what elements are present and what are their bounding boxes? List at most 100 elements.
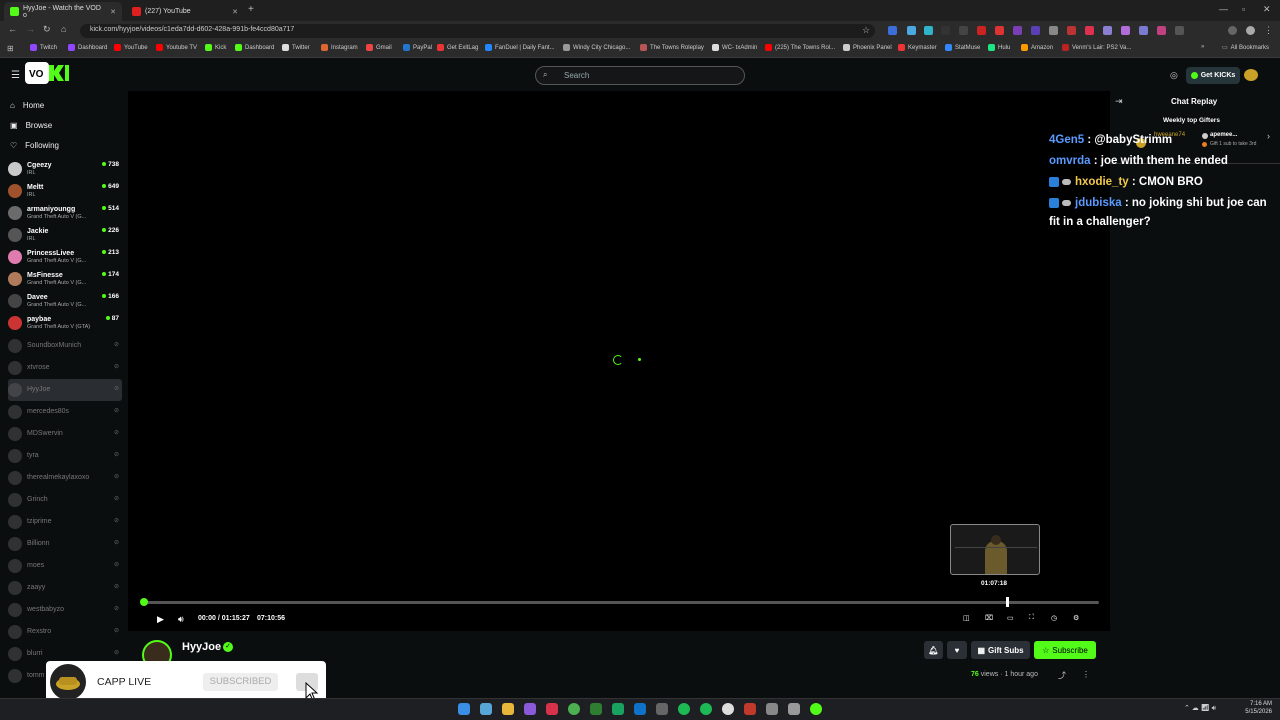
fullscreen-icon[interactable]: ⛶: [1029, 614, 1034, 622]
bookmark-item[interactable]: Amazon: [1021, 44, 1053, 51]
taskbar-app-icon[interactable]: [524, 703, 536, 715]
taskbar-app-icon[interactable]: [722, 703, 734, 715]
home-browser-icon[interactable]: ⌂: [61, 24, 66, 34]
search-input[interactable]: ⌕ Search: [535, 66, 745, 85]
bookmark-item[interactable]: Venm's Lair: PS2 Va...: [1062, 44, 1131, 51]
chat-username[interactable]: 4Gen5: [1049, 134, 1084, 146]
extension-icon[interactable]: [1085, 26, 1094, 35]
bookmark-item[interactable]: Phoenix Panel: [843, 44, 892, 51]
browser-tab-kick[interactable]: HyyJoe - Watch the VOD o ✕: [4, 2, 122, 21]
back-icon[interactable]: ←: [8, 24, 17, 34]
browser-tab-youtube[interactable]: (227) YouTube ✕: [126, 2, 244, 21]
taskbar-clock[interactable]: 7:16 AM 5/15/2026: [1240, 700, 1272, 716]
kick-logo[interactable]: VO: [25, 62, 79, 84]
extensions-puzzle-icon[interactable]: [1175, 26, 1184, 35]
sidebar-channel-live[interactable]: paybae Grand Theft Auto V (GTA) 87: [8, 312, 122, 334]
reload-icon[interactable]: ↻: [43, 24, 51, 35]
gift-subs-button[interactable]: ▦ Gift Subs: [971, 641, 1030, 659]
chat-username[interactable]: omvrda: [1049, 155, 1091, 167]
sidebar-channel-offline[interactable]: westbabyzo ⊘: [8, 599, 122, 621]
taskbar-app-icon[interactable]: [590, 703, 602, 715]
sidebar-channel-offline[interactable]: MDSwervin ⊘: [8, 423, 122, 445]
sidebar-channel-offline[interactable]: zaayy ⊘: [8, 577, 122, 599]
nav-browse[interactable]: ▣ Browse: [10, 121, 52, 130]
taskbar-app-icon[interactable]: [766, 703, 778, 715]
bookmark-star-icon[interactable]: ☆: [862, 25, 870, 36]
extension-icon[interactable]: [995, 26, 1004, 35]
bookmark-item[interactable]: Get ExitLag: [437, 44, 478, 51]
bookmark-item[interactable]: FanDuel | Daily Fant...: [485, 44, 555, 51]
notification-bell-icon[interactable]: 🔔︎: [924, 641, 943, 659]
tab-close-icon[interactable]: ✕: [110, 8, 116, 16]
extension-icon[interactable]: [1013, 26, 1022, 35]
taskbar-app-icon[interactable]: [634, 703, 646, 715]
extension-icon[interactable]: [1121, 26, 1130, 35]
sidebar-channel-live[interactable]: armaniyoungg Grand Theft Auto V (G... 514: [8, 202, 122, 224]
extension-icon[interactable]: [941, 26, 950, 35]
system-tray-icons[interactable]: ⌃ ☁ 📶︎ 🔊︎: [1184, 704, 1216, 713]
taskbar-app-icon[interactable]: [678, 703, 690, 715]
apps-grid-icon[interactable]: ⊞: [7, 44, 14, 53]
sidebar-channel-live[interactable]: Meltt IRL 649: [8, 180, 122, 202]
tab-close-icon[interactable]: ✕: [232, 8, 238, 16]
forward-icon[interactable]: →: [26, 24, 35, 34]
mini-player-icon[interactable]: ◫: [963, 614, 970, 622]
chat-username[interactable]: hxodie_ty: [1075, 176, 1129, 188]
sidebar-channel-live[interactable]: PrincessLivee Grand Theft Auto V (G... 213: [8, 246, 122, 268]
bookmark-item[interactable]: Hulu: [988, 44, 1010, 51]
taskbar-app-icon[interactable]: [480, 703, 492, 715]
sidebar-channel-live[interactable]: Cgeezy IRL 738: [8, 158, 122, 180]
all-bookmarks-folder[interactable]: ▭ All Bookmarks: [1222, 44, 1269, 52]
close-window-icon[interactable]: ✕: [1263, 4, 1271, 15]
hamburger-menu-icon[interactable]: ☰: [11, 70, 20, 81]
bookmark-item[interactable]: StatMuse: [945, 44, 980, 51]
bookmark-item[interactable]: Instagram: [321, 44, 358, 51]
extension-icon[interactable]: [888, 26, 897, 35]
bookmarks-overflow-icon[interactable]: »: [1201, 44, 1204, 50]
settings-gear-icon[interactable]: ⚙: [1073, 614, 1079, 622]
extension-icon[interactable]: [959, 26, 968, 35]
playback-speed-icon[interactable]: ◷: [1051, 614, 1057, 622]
subscribe-button[interactable]: ☆ Subscribe: [1034, 641, 1096, 659]
downloads-icon[interactable]: [1228, 26, 1237, 35]
sidebar-channel-offline[interactable]: SoundboxMunich ⊘: [8, 335, 122, 357]
bookmark-item[interactable]: Windy City Chicago...: [563, 44, 630, 51]
sidebar-channel-offline[interactable]: Billionn ⊘: [8, 533, 122, 555]
share-icon[interactable]: ⤴: [1058, 670, 1066, 681]
sidebar-channel-live[interactable]: MsFinesse Grand Theft Auto V (G... 174: [8, 268, 122, 290]
bookmark-item[interactable]: (225) The Towns Rol...: [765, 44, 835, 51]
taskbar-app-icon[interactable]: [656, 703, 668, 715]
play-icon[interactable]: ▶: [157, 614, 164, 625]
bookmark-item[interactable]: Keymaster: [898, 44, 937, 51]
seek-handle[interactable]: [140, 598, 148, 606]
file-explorer-icon[interactable]: [502, 703, 514, 715]
extension-icon[interactable]: [1049, 26, 1058, 35]
extension-icon[interactable]: [907, 26, 916, 35]
minimize-icon[interactable]: —: [1219, 4, 1228, 14]
bookmark-item[interactable]: Dashboard: [68, 44, 107, 51]
bookmark-item[interactable]: Gmail: [366, 44, 392, 51]
extension-icon[interactable]: [1139, 26, 1148, 35]
bookmark-item[interactable]: YouTube: [114, 44, 148, 51]
bookmark-item[interactable]: Twitter: [282, 44, 310, 51]
bookmark-item[interactable]: WC- txAdmin: [712, 44, 757, 51]
url-input[interactable]: kick.com/hyyjoe/videos/c1eda7dd-d602-428…: [80, 24, 875, 38]
clip-icon[interactable]: ⌧: [985, 614, 993, 622]
chrome-icon[interactable]: [568, 703, 580, 715]
nav-home[interactable]: ⌂ Home: [10, 101, 44, 110]
bookmark-item[interactable]: Twitch: [30, 44, 57, 51]
spotify-icon[interactable]: [700, 703, 712, 715]
bookmark-item[interactable]: The Towns Roleplay: [640, 44, 704, 51]
extension-icon[interactable]: [1103, 26, 1112, 35]
sidebar-channel-offline[interactable]: tziprime ⊘: [8, 511, 122, 533]
theater-mode-icon[interactable]: ▭: [1007, 614, 1014, 622]
bookmark-item[interactable]: Youtube TV: [156, 44, 197, 51]
get-kicks-button[interactable]: Get KICKs: [1186, 67, 1240, 84]
sidebar-channel-offline[interactable]: therealmekaylaxoxo ⊘: [8, 467, 122, 489]
extension-icon[interactable]: [1157, 26, 1166, 35]
subscribed-button[interactable]: SUBSCRIBED: [203, 673, 278, 691]
bookmark-item[interactable]: PayPal: [403, 44, 432, 51]
user-avatar[interactable]: [1244, 69, 1258, 81]
volume-icon[interactable]: 🔊︎: [178, 614, 184, 625]
bookmark-item[interactable]: Dashboard: [235, 44, 274, 51]
